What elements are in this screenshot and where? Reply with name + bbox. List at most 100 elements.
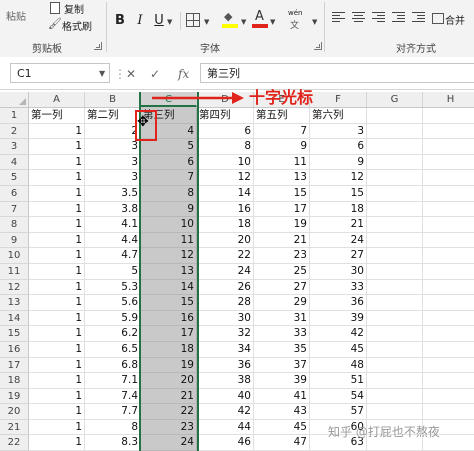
cell-e[interactable]: 17 (254, 201, 310, 218)
cell-g[interactable] (367, 201, 423, 218)
cell-g[interactable] (367, 326, 423, 342)
cell-f[interactable]: 18 (310, 201, 367, 218)
cell-h[interactable] (423, 404, 474, 420)
cell-c[interactable]: 14 (141, 279, 197, 296)
cell-f[interactable]: 第六列 (310, 108, 367, 124)
cell-h[interactable] (423, 233, 474, 249)
cell-b[interactable]: 3.8 (85, 201, 141, 218)
cell-b[interactable]: 3 (85, 154, 141, 171)
cell-c[interactable]: 13 (141, 263, 197, 280)
cell-e[interactable]: 19 (254, 217, 310, 233)
cell-f[interactable]: 57 (310, 404, 367, 420)
borders-button[interactable] (186, 13, 200, 27)
cell-e[interactable]: 9 (254, 139, 310, 155)
cell-b[interactable]: 3 (85, 170, 141, 186)
cell-h[interactable] (423, 248, 474, 264)
format-painter-button[interactable]: 🖌 格式刷 (44, 17, 104, 33)
cell-a[interactable]: 1 (29, 263, 85, 280)
row-header[interactable]: 5 (0, 170, 29, 186)
cell-f[interactable]: 27 (310, 248, 367, 264)
row-header[interactable]: 7 (0, 201, 29, 218)
insert-function-button[interactable]: fx (178, 67, 189, 81)
cell-b[interactable]: 4.4 (85, 232, 141, 249)
cell-e[interactable]: 21 (254, 232, 310, 249)
cell-d[interactable]: 44 (197, 419, 254, 436)
cell-g[interactable] (367, 404, 423, 420)
cell-g[interactable] (367, 373, 423, 389)
cell-c[interactable]: 5 (141, 139, 197, 155)
cell-e[interactable]: 29 (254, 295, 310, 311)
cell-c[interactable]: 18 (141, 341, 197, 358)
cell-h[interactable] (423, 342, 474, 358)
cell-c[interactable]: 9 (141, 201, 197, 218)
row-header[interactable]: 15 (0, 326, 29, 342)
cell-b[interactable]: 8 (85, 419, 141, 436)
cell-a[interactable]: 1 (29, 217, 85, 233)
cell-f[interactable]: 39 (310, 310, 367, 327)
row-header[interactable]: 9 (0, 232, 29, 249)
cell-e[interactable]: 7 (254, 123, 310, 140)
cell-c[interactable]: 7 (141, 170, 197, 186)
cell-g[interactable] (367, 248, 423, 264)
cell-d[interactable]: 12 (197, 170, 254, 186)
cell-e[interactable]: 13 (254, 170, 310, 186)
font-color-dropdown-icon[interactable]: ▼ (270, 18, 275, 26)
cell-e[interactable]: 31 (254, 310, 310, 327)
row-header[interactable]: 14 (0, 310, 29, 327)
cell-a[interactable]: 1 (29, 248, 85, 264)
cell-f[interactable]: 3 (310, 123, 367, 140)
cell-e[interactable]: 25 (254, 263, 310, 280)
cell-f[interactable]: 9 (310, 154, 367, 171)
cell-a[interactable]: 1 (29, 357, 85, 374)
cell-c[interactable]: 17 (141, 326, 197, 342)
cell-a[interactable]: 1 (29, 310, 85, 327)
cell-h[interactable] (423, 373, 474, 389)
cell-d[interactable]: 20 (197, 232, 254, 249)
column-header-g[interactable]: G (367, 92, 423, 107)
formula-input[interactable]: 第三列 (200, 63, 474, 83)
cell-b[interactable]: 5 (85, 263, 141, 280)
underline-dropdown-icon[interactable]: ▼ (167, 18, 172, 26)
cell-d[interactable]: 34 (197, 341, 254, 358)
cell-d[interactable]: 40 (197, 388, 254, 405)
increase-indent-icon[interactable] (412, 12, 425, 23)
row-header[interactable]: 17 (0, 357, 29, 374)
cell-h[interactable] (423, 186, 474, 202)
cell-b[interactable]: 5.9 (85, 310, 141, 327)
cell-g[interactable] (367, 139, 423, 155)
row-header[interactable]: 12 (0, 279, 29, 296)
cell-f[interactable]: 42 (310, 326, 367, 342)
cell-h[interactable] (423, 311, 474, 327)
align-center-icon[interactable] (352, 12, 365, 23)
cell-c[interactable]: 16 (141, 310, 197, 327)
align-right-icon[interactable] (372, 12, 385, 23)
cell-d[interactable]: 第四列 (197, 108, 254, 124)
cell-e[interactable]: 37 (254, 357, 310, 374)
cell-c[interactable]: 8 (141, 185, 197, 202)
cell-d[interactable]: 6 (197, 123, 254, 140)
cell-h[interactable] (423, 295, 474, 311)
cell-b[interactable]: 第二列 (85, 108, 141, 124)
cell-b[interactable]: 6.2 (85, 326, 141, 342)
cell-a[interactable]: 1 (29, 295, 85, 311)
row-header[interactable]: 3 (0, 139, 29, 155)
name-box[interactable]: C1 (10, 63, 110, 83)
cell-c[interactable]: 20 (141, 373, 197, 389)
cell-b[interactable]: 4.1 (85, 217, 141, 233)
cell-d[interactable]: 8 (197, 139, 254, 155)
cell-g[interactable] (367, 279, 423, 296)
cell-d[interactable]: 14 (197, 185, 254, 202)
cell-a[interactable]: 1 (29, 388, 85, 405)
column-header-a[interactable]: A (29, 92, 85, 107)
row-header[interactable]: 8 (0, 217, 29, 233)
cell-a[interactable]: 第一列 (29, 108, 85, 124)
row-header[interactable]: 11 (0, 263, 29, 280)
cell-d[interactable]: 28 (197, 295, 254, 311)
cell-g[interactable] (367, 123, 423, 140)
cell-f[interactable]: 24 (310, 232, 367, 249)
cell-a[interactable]: 1 (29, 139, 85, 155)
cell-c[interactable]: 10 (141, 217, 197, 233)
select-all-corner[interactable] (0, 92, 29, 107)
cell-e[interactable]: 41 (254, 388, 310, 405)
cell-c[interactable]: 21 (141, 388, 197, 405)
